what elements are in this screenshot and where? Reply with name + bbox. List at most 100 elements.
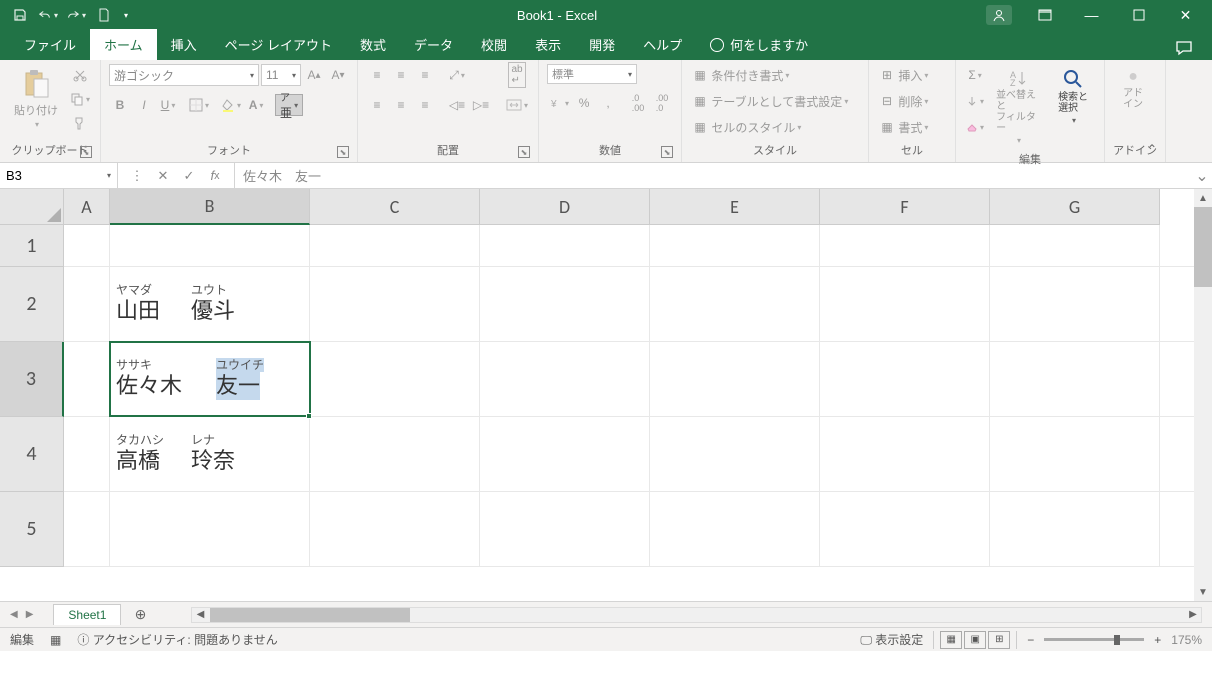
insert-cells-button[interactable]: ⊞ 挿入▾ bbox=[877, 64, 947, 86]
cell-a2[interactable] bbox=[64, 267, 110, 341]
cell-e5[interactable] bbox=[650, 492, 820, 566]
save-icon[interactable] bbox=[10, 5, 30, 25]
cell-d5[interactable] bbox=[480, 492, 650, 566]
delete-cells-button[interactable]: ⊟ 削除▾ bbox=[877, 90, 947, 112]
tab-file[interactable]: ファイル bbox=[10, 29, 90, 60]
name-box[interactable]: B3▾ bbox=[0, 163, 118, 188]
maximize-button[interactable] bbox=[1116, 0, 1161, 30]
collapse-ribbon-icon[interactable]: ⌃ bbox=[1147, 142, 1157, 156]
cell-e4[interactable] bbox=[650, 417, 820, 491]
cell-c4[interactable] bbox=[310, 417, 480, 491]
row-header-1[interactable]: 1 bbox=[0, 225, 64, 267]
tab-home[interactable]: ホーム bbox=[90, 29, 157, 60]
cell-f2[interactable] bbox=[820, 267, 990, 341]
col-header-e[interactable]: E bbox=[650, 189, 820, 225]
tab-developer[interactable]: 開発 bbox=[575, 29, 629, 60]
cell-f5[interactable] bbox=[820, 492, 990, 566]
sheet-prev-icon[interactable]: ◀ bbox=[10, 609, 18, 620]
new-file-icon[interactable] bbox=[94, 5, 114, 25]
font-color-button[interactable]: A▾ bbox=[245, 94, 267, 116]
dialog-launcher-icon[interactable]: ⬊ bbox=[518, 146, 530, 158]
cell-a1[interactable] bbox=[64, 225, 110, 266]
cell-b1[interactable] bbox=[110, 225, 310, 266]
increase-font-button[interactable]: A▴ bbox=[303, 64, 325, 86]
minimize-button[interactable]: — bbox=[1069, 0, 1114, 30]
cell-styles-button[interactable]: ▦ セルのスタイル▾ bbox=[690, 116, 840, 138]
col-header-b[interactable]: B bbox=[110, 189, 310, 225]
clear-button[interactable]: ▾ bbox=[964, 116, 986, 138]
cell-g1[interactable] bbox=[990, 225, 1160, 266]
hscroll-thumb[interactable] bbox=[210, 608, 410, 622]
merge-button[interactable]: ▾ bbox=[504, 94, 530, 116]
comma-format-button[interactable]: , bbox=[597, 92, 619, 114]
align-left-button[interactable]: ≡ bbox=[366, 94, 388, 116]
zoom-in-button[interactable]: + bbox=[1154, 633, 1161, 647]
cell-a5[interactable] bbox=[64, 492, 110, 566]
sheet-next-icon[interactable]: ▶ bbox=[26, 609, 34, 620]
font-name-select[interactable]: 游ゴシック▾ bbox=[109, 64, 259, 86]
increase-indent-button[interactable]: ▷≡ bbox=[470, 94, 492, 116]
cell-g3[interactable] bbox=[990, 342, 1160, 416]
addins-button[interactable]: ● アド イン bbox=[1113, 64, 1153, 114]
cancel-edit-button[interactable]: ✕ bbox=[152, 166, 174, 186]
col-header-d[interactable]: D bbox=[480, 189, 650, 225]
fill-color-button[interactable]: ▾ bbox=[219, 94, 243, 116]
vertical-scrollbar[interactable]: ▲ ▼ bbox=[1194, 189, 1212, 601]
tab-help[interactable]: ヘルプ bbox=[629, 29, 696, 60]
tab-insert[interactable]: 挿入 bbox=[157, 29, 211, 60]
page-break-view-button[interactable]: ⊞ bbox=[988, 631, 1010, 649]
row-header-5[interactable]: 5 bbox=[0, 492, 64, 567]
scroll-thumb[interactable] bbox=[1194, 207, 1212, 287]
align-middle-button[interactable]: ≡ bbox=[390, 64, 412, 86]
percent-format-button[interactable]: % bbox=[573, 92, 595, 114]
cell-b3[interactable]: ササキユウイチ 佐々木友一 bbox=[110, 342, 310, 416]
cell-c5[interactable] bbox=[310, 492, 480, 566]
display-settings-button[interactable]: 🖵 表示設定 bbox=[860, 631, 923, 648]
cell-b2[interactable]: ヤマダユウト 山田優斗 bbox=[110, 267, 310, 341]
italic-button[interactable]: I bbox=[133, 94, 155, 116]
comments-icon[interactable] bbox=[1172, 36, 1196, 60]
cell-c1[interactable] bbox=[310, 225, 480, 266]
zoom-slider[interactable] bbox=[1044, 638, 1144, 641]
tab-review[interactable]: 校閲 bbox=[467, 29, 521, 60]
tell-me-search[interactable]: 何をしますか bbox=[696, 29, 822, 60]
cell-a3[interactable] bbox=[64, 342, 110, 416]
cell-b5[interactable] bbox=[110, 492, 310, 566]
paste-button[interactable]: 貼り付け ▾ bbox=[8, 64, 64, 133]
tab-data[interactable]: データ bbox=[400, 29, 467, 60]
col-header-a[interactable]: A bbox=[64, 189, 110, 225]
align-bottom-button[interactable]: ≡ bbox=[414, 64, 436, 86]
cell-c3[interactable] bbox=[310, 342, 480, 416]
cell-e2[interactable] bbox=[650, 267, 820, 341]
align-top-button[interactable]: ≡ bbox=[366, 64, 388, 86]
sort-filter-button[interactable]: AZ 並べ替えと フィルター▾ bbox=[990, 64, 1046, 149]
wrap-text-button[interactable]: ab↵ bbox=[504, 64, 530, 86]
phonetic-button[interactable]: ア亜▾ bbox=[275, 94, 303, 116]
zoom-level[interactable]: 175% bbox=[1171, 633, 1202, 647]
align-right-button[interactable]: ≡ bbox=[414, 94, 436, 116]
cell-d4[interactable] bbox=[480, 417, 650, 491]
increase-decimal-button[interactable]: .0.00 bbox=[627, 92, 649, 114]
fx-button[interactable]: fx bbox=[204, 166, 226, 186]
scroll-left-icon[interactable]: ◀ bbox=[192, 609, 208, 620]
page-layout-view-button[interactable]: ▣ bbox=[964, 631, 986, 649]
bold-button[interactable]: B bbox=[109, 94, 131, 116]
row-header-2[interactable]: 2 bbox=[0, 267, 64, 342]
format-as-table-button[interactable]: ▦ テーブルとして書式設定▾ bbox=[690, 90, 860, 112]
underline-button[interactable]: U▾ bbox=[157, 94, 179, 116]
format-cells-button[interactable]: ▦ 書式▾ bbox=[877, 116, 947, 138]
expand-formula-bar-icon[interactable]: ⌄ bbox=[1192, 163, 1212, 188]
dialog-launcher-icon[interactable]: ⬊ bbox=[80, 146, 92, 158]
cell-e1[interactable] bbox=[650, 225, 820, 266]
zoom-out-button[interactable]: − bbox=[1027, 633, 1034, 647]
select-all-corner[interactable] bbox=[0, 189, 64, 225]
dialog-launcher-icon[interactable]: ⬊ bbox=[337, 146, 349, 158]
find-select-button[interactable]: 検索と 選択▾ bbox=[1050, 64, 1096, 129]
tab-view[interactable]: 表示 bbox=[521, 29, 575, 60]
cell-f4[interactable] bbox=[820, 417, 990, 491]
dialog-launcher-icon[interactable]: ⬊ bbox=[661, 146, 673, 158]
add-sheet-button[interactable]: ⊕ bbox=[129, 604, 151, 626]
tab-formulas[interactable]: 数式 bbox=[346, 29, 400, 60]
decrease-decimal-button[interactable]: .00.0 bbox=[651, 92, 673, 114]
format-painter-button[interactable] bbox=[68, 112, 92, 134]
